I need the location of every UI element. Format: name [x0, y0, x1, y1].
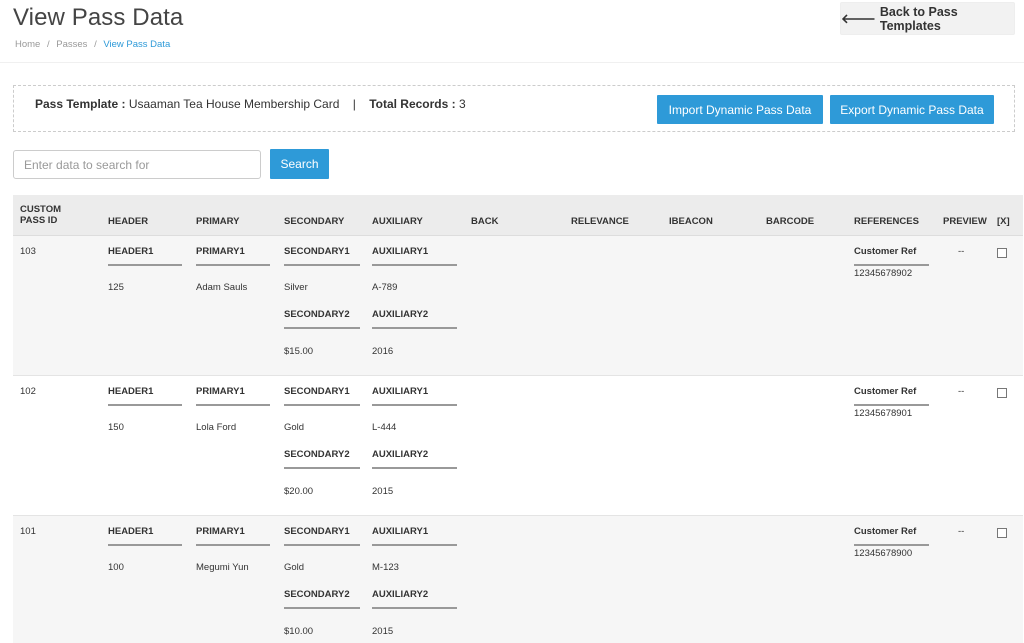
- row-select-checkbox[interactable]: [997, 388, 1007, 398]
- reference-label: Customer Ref: [854, 386, 929, 406]
- secondary2-value: $10.00: [284, 626, 314, 637]
- primary-label: PRIMARY1: [196, 526, 270, 546]
- primary-value: Lola Ford: [196, 422, 237, 433]
- breadcrumb-separator: /: [94, 39, 97, 50]
- back-to-pass-templates-button[interactable]: 🡐 Back to Pass Templates: [840, 2, 1015, 35]
- page-title: View Pass Data: [13, 4, 184, 31]
- template-label: Pass Template :: [35, 97, 126, 111]
- preview-value[interactable]: --: [958, 526, 964, 537]
- row-select-checkbox[interactable]: [997, 248, 1007, 258]
- column-header-ibeacon[interactable]: IBEACON: [669, 216, 713, 227]
- breadcrumb-home[interactable]: Home: [15, 39, 40, 50]
- pass-info-panel: Pass Template : Usaaman Tea House Member…: [13, 85, 1015, 132]
- reference-value: 12345678901: [854, 408, 913, 419]
- secondary1-value: Gold: [284, 562, 305, 573]
- breadcrumb-separator: /: [46, 39, 50, 50]
- arrow-left-icon: 🡐: [841, 10, 876, 26]
- custom-pass-id: 101: [20, 526, 36, 537]
- secondary2-label: SECONDARY2: [284, 449, 360, 469]
- primary-label: PRIMARY1: [196, 386, 270, 406]
- primary-label: PRIMARY1: [196, 246, 270, 266]
- preview-value[interactable]: --: [958, 386, 964, 397]
- secondary1-value: Silver: [284, 282, 308, 293]
- primary-value: Adam Sauls: [196, 282, 248, 293]
- table-row: 102 HEADER1 150 PRIMARY1 Lola Ford SECON…: [13, 376, 1023, 516]
- auxiliary1-label: AUXILIARY1: [372, 386, 457, 406]
- table-row: 101 HEADER1 100 PRIMARY1 Megumi Yun SECO…: [13, 516, 1023, 643]
- column-header-select[interactable]: [X]: [997, 216, 1010, 227]
- header-value: 150: [108, 422, 124, 433]
- secondary1-label: SECONDARY1: [284, 526, 360, 546]
- custom-pass-id: 102: [20, 386, 36, 397]
- header-divider: [0, 62, 1024, 63]
- template-value: Usaaman Tea House Membership Card: [128, 97, 340, 111]
- breadcrumb: Home / Passes / View Pass Data: [15, 39, 170, 50]
- custom-pass-id: 103: [20, 246, 36, 257]
- reference-value: 12345678900: [854, 548, 913, 559]
- secondary2-value: $15.00: [284, 346, 314, 357]
- pass-data-table: CUSTOM PASS ID HEADER PRIMARY SECONDARY …: [13, 195, 1023, 643]
- breadcrumb-passes[interactable]: Passes: [56, 39, 87, 50]
- column-header-secondary[interactable]: SECONDARY: [284, 216, 344, 227]
- reference-label: Customer Ref: [854, 526, 929, 546]
- auxiliary2-label: AUXILIARY2: [372, 449, 457, 469]
- records-label: Total Records :: [369, 97, 456, 111]
- column-header-custom-pass-id[interactable]: CUSTOM PASS ID: [20, 204, 70, 226]
- auxiliary1-value: M-123: [372, 562, 399, 573]
- reference-value: 12345678902: [854, 268, 913, 279]
- column-header-primary[interactable]: PRIMARY: [196, 216, 239, 227]
- header-label: HEADER1: [108, 526, 182, 546]
- auxiliary1-label: AUXILIARY1: [372, 246, 457, 266]
- secondary2-label: SECONDARY2: [284, 589, 360, 609]
- reference-label: Customer Ref: [854, 246, 929, 266]
- back-button-label: Back to Pass Templates: [879, 4, 958, 33]
- column-header-barcode[interactable]: BARCODE: [766, 216, 814, 227]
- info-separator: |: [352, 97, 356, 111]
- header-label: HEADER1: [108, 246, 182, 266]
- preview-value[interactable]: --: [958, 246, 964, 257]
- search-button[interactable]: Search: [270, 149, 329, 179]
- header-value: 100: [108, 562, 124, 573]
- auxiliary1-value: L-444: [372, 422, 397, 433]
- auxiliary1-value: A-789: [372, 282, 398, 293]
- table-header: CUSTOM PASS ID HEADER PRIMARY SECONDARY …: [13, 195, 1023, 236]
- column-header-references[interactable]: REFERENCES: [854, 216, 919, 227]
- auxiliary1-label: AUXILIARY1: [372, 526, 457, 546]
- secondary2-label: SECONDARY2: [284, 309, 360, 329]
- auxiliary2-label: AUXILIARY2: [372, 589, 457, 609]
- auxiliary2-value: 2016: [372, 346, 394, 357]
- secondary1-label: SECONDARY1: [284, 246, 360, 266]
- table-row: 103 HEADER1 125 PRIMARY1 Adam Sauls SECO…: [13, 236, 1023, 376]
- column-header-header[interactable]: HEADER: [108, 216, 148, 227]
- secondary1-value: Gold: [284, 422, 305, 433]
- secondary1-label: SECONDARY1: [284, 386, 360, 406]
- secondary2-value: $20.00: [284, 486, 314, 497]
- column-header-relevance[interactable]: RELEVANCE: [571, 216, 629, 227]
- export-dynamic-pass-data-button[interactable]: Export Dynamic Pass Data: [830, 95, 994, 124]
- breadcrumb-current: View Pass Data: [103, 39, 171, 50]
- auxiliary2-label: AUXILIARY2: [372, 309, 457, 329]
- column-header-auxiliary[interactable]: AUXILIARY: [372, 216, 423, 227]
- auxiliary2-value: 2015: [372, 626, 394, 637]
- pass-info-text: Pass Template : Usaaman Tea House Member…: [35, 97, 466, 111]
- column-header-back[interactable]: BACK: [471, 216, 498, 227]
- primary-value: Megumi Yun: [196, 562, 249, 573]
- search-input[interactable]: [13, 150, 261, 179]
- auxiliary2-value: 2015: [372, 486, 394, 497]
- import-dynamic-pass-data-button[interactable]: Import Dynamic Pass Data: [657, 95, 823, 124]
- header-value: 125: [108, 282, 124, 293]
- column-header-preview[interactable]: PREVIEW: [943, 216, 987, 227]
- header-label: HEADER1: [108, 386, 182, 406]
- records-value: 3: [459, 97, 466, 111]
- row-select-checkbox[interactable]: [997, 528, 1007, 538]
